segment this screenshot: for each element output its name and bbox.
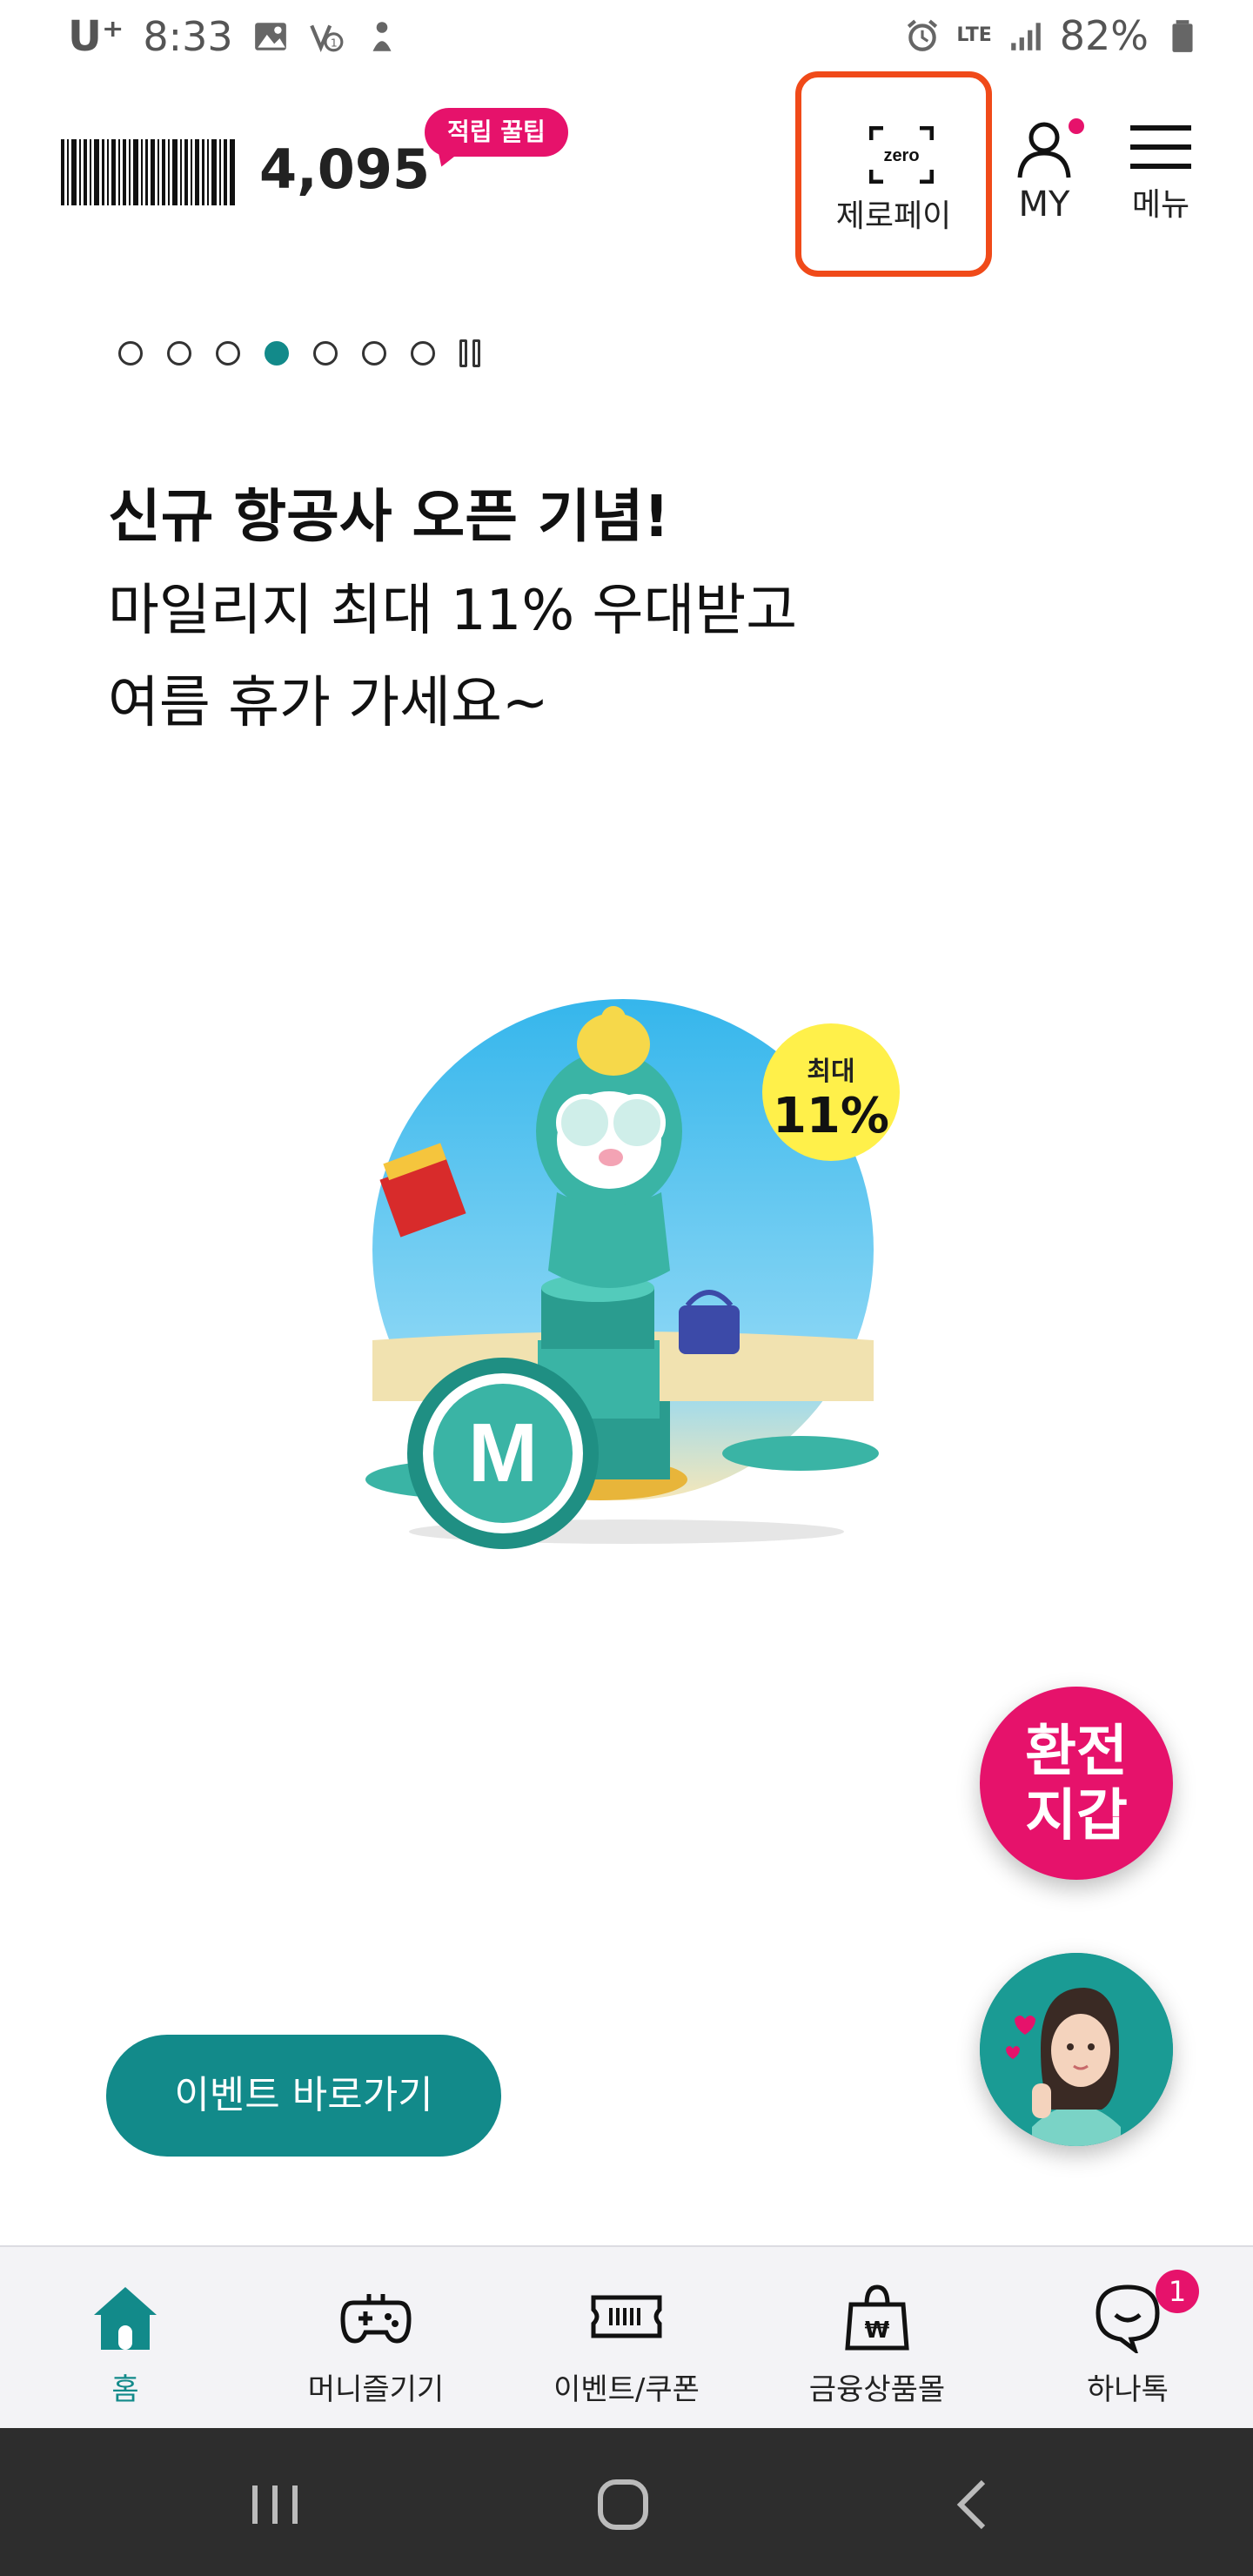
nav-label-finance-mall: 금융상품몰 xyxy=(808,2372,946,2407)
menu-label: 메뉴 xyxy=(1131,187,1190,223)
banner-pager xyxy=(118,338,491,369)
svg-text:₩: ₩ xyxy=(865,2318,890,2344)
carrier-label: U⁺ xyxy=(68,12,124,61)
chat-icon xyxy=(1096,2284,1160,2353)
exchange-wallet-button[interactable]: 환전 지갑 xyxy=(980,1687,1173,1880)
nav-label-home: 홈 xyxy=(111,2372,139,2407)
pause-icon[interactable] xyxy=(459,338,491,369)
notification-dot xyxy=(1069,118,1084,134)
max-11-percent-badge: 최대 11% xyxy=(762,1023,900,1161)
pager-dot-active[interactable] xyxy=(265,341,289,366)
user-icon xyxy=(1017,122,1071,178)
shopping-bag-won-icon: ₩ xyxy=(845,2284,909,2351)
gallery-icon xyxy=(254,23,286,50)
signal-icon xyxy=(1010,23,1041,50)
clock: 8:33 xyxy=(143,13,233,60)
alarm-icon xyxy=(908,19,938,51)
home-icon xyxy=(94,2287,157,2350)
badge-percent-text: 11% xyxy=(772,1088,890,1144)
banner-subline-1: 마일리지 최대 11% 우대받고 xyxy=(108,579,798,643)
menu-button[interactable]: 메뉴 xyxy=(1126,122,1196,226)
zeropay-icon-text: zero xyxy=(883,146,919,165)
tip-badge[interactable]: 적립 꿀팁 xyxy=(425,108,568,157)
zeropay-button[interactable]: zero 제로페이 xyxy=(795,71,992,277)
event-shortcut-button[interactable]: 이벤트 바로가기 xyxy=(106,2035,501,2157)
battery-icon xyxy=(1172,20,1193,52)
hanatalk-badge: 1 xyxy=(1156,2270,1199,2313)
banner-headline: 신규 항공사 오픈 기념! xyxy=(108,483,670,550)
pager-dot[interactable] xyxy=(411,341,435,366)
battery-percent: 82% xyxy=(1059,12,1149,59)
nav-label-hanatalk: 하나톡 xyxy=(1087,2372,1169,2407)
network-type: LTE xyxy=(956,24,992,46)
recent-apps-icon[interactable] xyxy=(240,2470,310,2539)
nav-item-hanatalk[interactable]: 1 하나톡 xyxy=(1002,2247,1253,2428)
banner-subline-2: 여름 휴가 가세요~ xyxy=(108,671,549,735)
hamburger-icon xyxy=(1130,125,1191,169)
pager-dot[interactable] xyxy=(118,341,143,366)
home-button-icon[interactable] xyxy=(588,2470,658,2539)
status-bar: U⁺ 8:33 1 LTE 82% xyxy=(0,0,1253,77)
nav-item-money-fun[interactable]: 머니즐기기 xyxy=(251,2247,501,2428)
point-balance[interactable]: 4,095 xyxy=(259,138,430,201)
nav-label-event-coupon: 이벤트/쿠폰 xyxy=(553,2372,700,2407)
my-button[interactable]: MY xyxy=(1009,117,1084,230)
svg-text:1: 1 xyxy=(330,37,337,50)
svg-text:M: M xyxy=(468,1406,538,1499)
pager-dot[interactable] xyxy=(313,341,338,366)
zeropay-label: 제로페이 xyxy=(835,198,952,234)
volte-icon: 1 xyxy=(309,24,344,53)
bottom-navigation: 홈 머니즐기기 이벤트/쿠폰 ₩ 금융상품몰 1 하나톡 xyxy=(0,2245,1253,2428)
pager-dot[interactable] xyxy=(362,341,386,366)
app-notification-icon xyxy=(372,22,392,51)
nav-label-money-fun: 머니즐기기 xyxy=(307,2372,445,2407)
back-icon[interactable] xyxy=(938,2470,1008,2539)
my-label: MY xyxy=(1018,184,1070,225)
gamepad-icon xyxy=(340,2294,412,2344)
nav-item-event-coupon[interactable]: 이벤트/쿠폰 xyxy=(501,2247,752,2428)
exchange-wallet-label: 환전 지갑 xyxy=(1025,1720,1128,1848)
chatbot-avatar-button[interactable] xyxy=(980,1953,1173,2146)
badge-top-text: 최대 xyxy=(807,1057,855,1087)
ticket-icon xyxy=(591,2295,662,2338)
membership-barcode[interactable] xyxy=(61,139,235,205)
assistant-avatar-icon xyxy=(980,1953,1173,2146)
nav-item-home[interactable]: 홈 xyxy=(0,2247,251,2428)
system-navigation-bar xyxy=(0,2428,1253,2576)
nav-item-finance-mall[interactable]: ₩ 금융상품몰 xyxy=(752,2247,1002,2428)
qr-scan-icon: zero xyxy=(869,126,934,184)
pager-dot[interactable] xyxy=(167,341,191,366)
pager-dot[interactable] xyxy=(216,341,240,366)
